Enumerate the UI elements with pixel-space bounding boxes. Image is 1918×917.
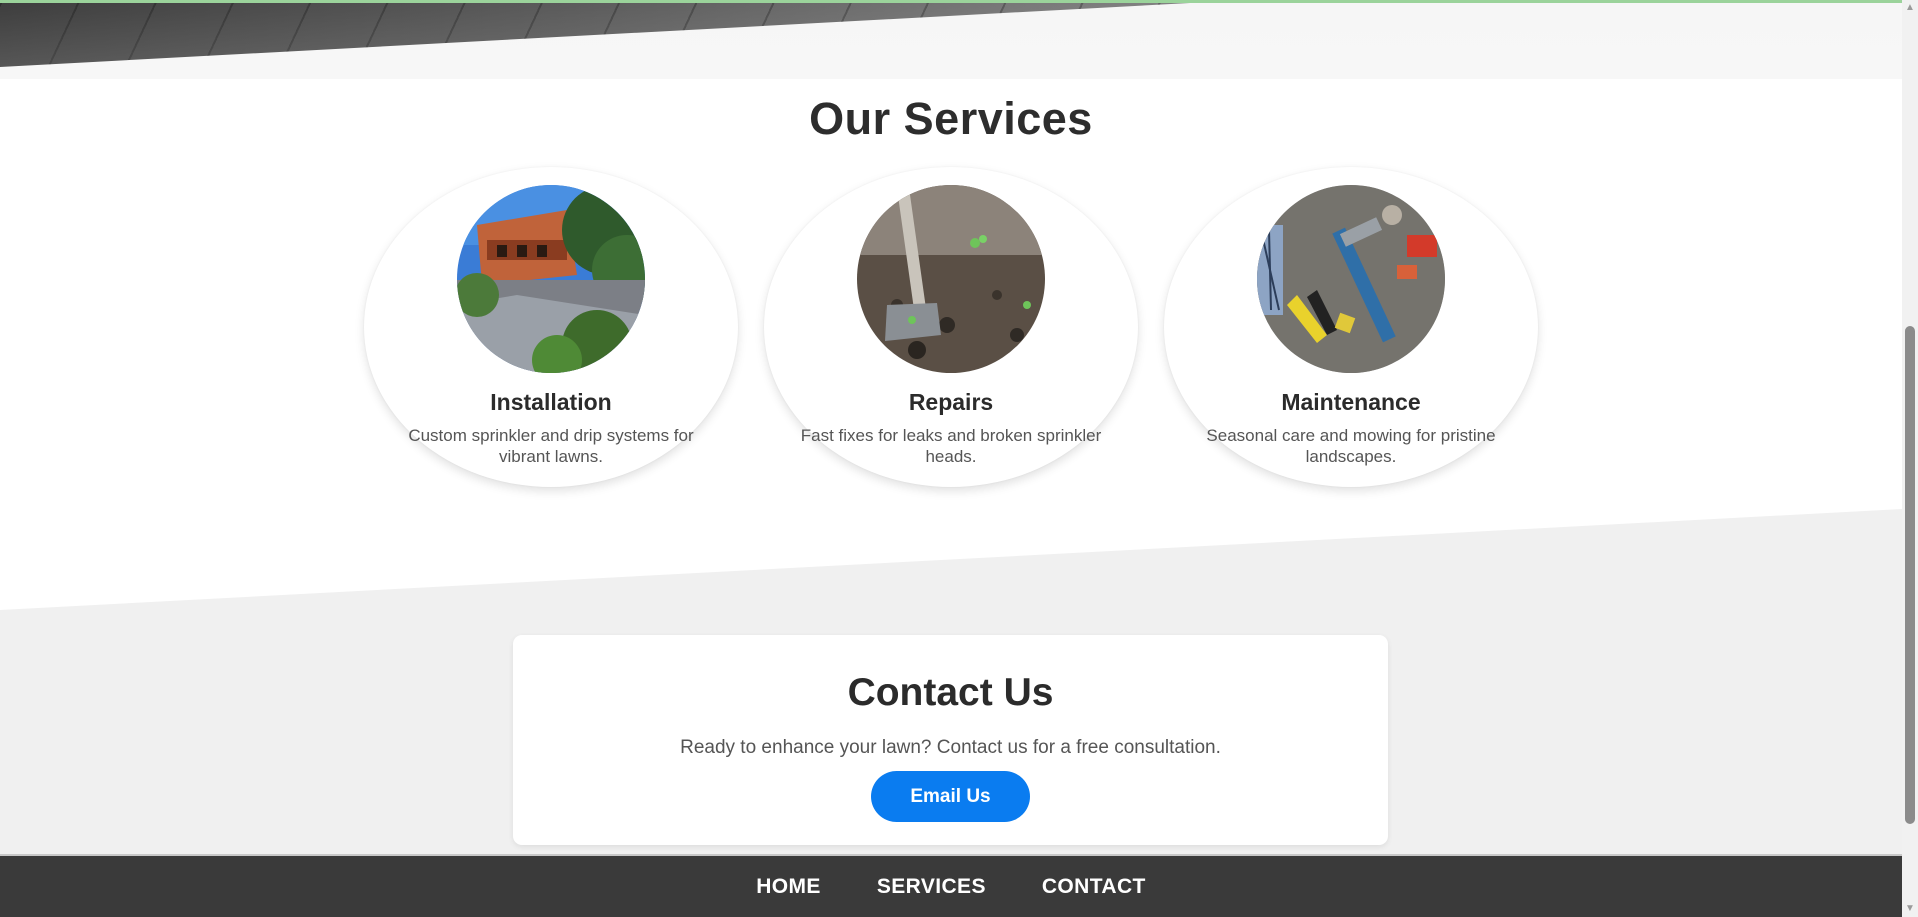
footer-link-services[interactable]: SERVICES [877,875,986,899]
service-card-repairs[interactable]: Repairs Fast fixes for leaks and broken … [764,167,1138,487]
hero-image [0,3,1190,67]
contact-text: Ready to enhance your lawn? Contact us f… [680,737,1221,758]
installation-image [457,185,645,373]
service-card-maintenance[interactable]: Maintenance Seasonal care and mowing for… [1164,167,1538,487]
service-title: Maintenance [1281,389,1421,415]
scroll-down-arrow-icon[interactable]: ▼ [1902,901,1918,917]
service-card-installation[interactable]: Installation Custom sprinkler and drip s… [364,167,738,487]
page: Our Services Installation Custom sprinkl… [0,0,1918,917]
scrollbar-thumb[interactable] [1905,326,1915,824]
services-title: Our Services [809,93,1093,144]
contact-title: Contact Us [847,671,1054,714]
email-us-button[interactable]: Email Us [871,771,1030,822]
service-description: Seasonal care and mowing for pristine la… [1206,426,1496,466]
footer-nav: HOME SERVICES CONTACT [0,856,1902,917]
contact-card: Contact Us Ready to enhance your lawn? C… [513,635,1388,845]
scroll-up-arrow-icon[interactable]: ▲ [1902,0,1918,16]
service-description: Custom sprinkler and drip systems for vi… [408,426,694,466]
service-description: Fast fixes for leaks and broken sprinkle… [800,426,1102,466]
service-title: Installation [490,389,612,415]
tools-photo-icon [1257,185,1445,373]
building-garden-photo-icon [457,185,645,373]
maintenance-image [1257,185,1445,373]
services-section: Our Services Installation Custom sprinkl… [0,79,1902,599]
repairs-image [857,185,1045,373]
footer-link-contact[interactable]: CONTACT [1042,875,1146,899]
service-title: Repairs [908,389,994,415]
footer-link-home[interactable]: HOME [756,875,821,899]
footer: HOME SERVICES CONTACT [0,854,1902,917]
garden-hoe-soil-photo-icon [857,185,1045,373]
hero-banner [0,3,1902,79]
vertical-scrollbar[interactable]: ▲ ▼ [1902,0,1918,917]
